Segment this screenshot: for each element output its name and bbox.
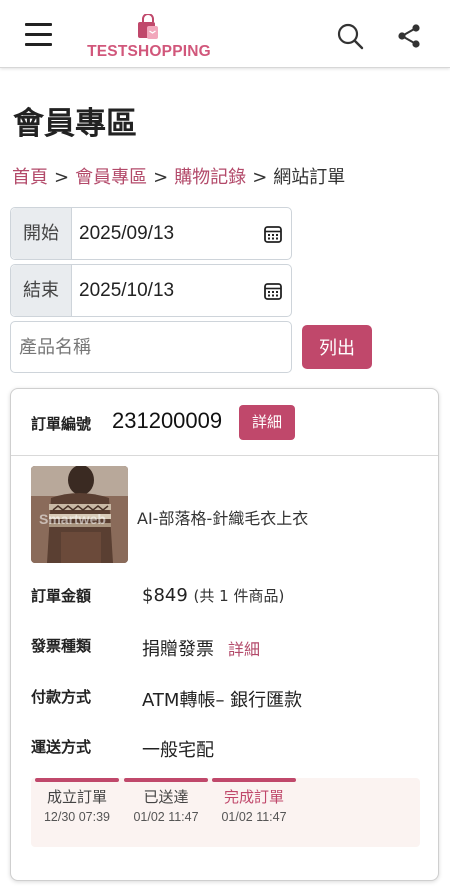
status-step-delivered: 已送達 01/02 11:47 — [124, 778, 208, 824]
status-name: 完成訂單 — [223, 788, 284, 806]
invoice-label: 發票種類 — [31, 637, 92, 655]
amount-value: $849 — [142, 585, 188, 606]
status-time: 01/02 11:47 — [221, 810, 287, 824]
start-date-value[interactable]: 2025/09/13 — [79, 208, 174, 259]
status-bar — [35, 778, 119, 782]
order-number-label: 訂單編號 — [31, 415, 92, 433]
share-icon[interactable] — [396, 23, 422, 49]
status-bar — [124, 778, 208, 782]
invoice-row: 捐贈發票 詳細 — [142, 635, 260, 661]
end-date-value[interactable]: 2025/10/13 — [79, 265, 174, 316]
start-date-label: 開始 — [11, 208, 72, 259]
product-name[interactable]: AI-部落格-針織毛衣上衣 — [137, 505, 308, 529]
invoice-value: 捐贈發票 — [142, 639, 214, 660]
menu-icon[interactable] — [22, 20, 56, 48]
end-date-field[interactable]: 結束 2025/10/13 — [10, 264, 292, 317]
invoice-detail-link[interactable]: 詳細 — [228, 640, 260, 659]
breadcrumb-separator: > — [153, 167, 169, 188]
order-header: 訂單編號 231200009 詳細 — [11, 389, 438, 456]
product-image-graphic: Smartweb — [31, 466, 128, 563]
order-detail-button[interactable]: 詳細 — [239, 405, 295, 440]
end-date-label: 結束 — [11, 265, 72, 316]
payment-label: 付款方式 — [31, 688, 92, 706]
breadcrumb-history[interactable]: 購物記錄 — [174, 167, 246, 188]
status-time: 01/02 11:47 — [133, 810, 199, 824]
breadcrumb-current: 網站訂單 — [273, 167, 346, 188]
calendar-icon[interactable] — [263, 224, 283, 244]
product-name-input[interactable] — [10, 321, 292, 373]
breadcrumb-member[interactable]: 會員專區 — [75, 167, 147, 188]
order-status-tracker: 成立訂單 12/30 07:39 已送達 01/02 11:47 完成訂單 01… — [31, 778, 420, 847]
breadcrumb: 首頁 > 會員專區 > 購物記錄 > 網站訂單 — [12, 163, 345, 189]
order-card: 訂單編號 231200009 詳細 Smartweb AI-部落格-針織毛衣上衣… — [10, 388, 439, 881]
order-number: 231200009 — [112, 408, 223, 433]
app-header: TESTSHOPPING — [0, 0, 450, 68]
svg-text:Smartweb: Smartweb — [39, 511, 106, 527]
breadcrumb-separator: > — [54, 167, 70, 188]
amount-note: (共 1 件商品) — [193, 587, 285, 605]
status-name: 成立訂單 — [46, 788, 107, 806]
payment-value: ATM轉帳– 銀行匯款 — [142, 690, 303, 711]
start-date-field[interactable]: 開始 2025/09/13 — [10, 207, 292, 260]
breadcrumb-home[interactable]: 首頁 — [12, 167, 48, 188]
breadcrumb-separator: > — [252, 167, 268, 188]
search-icon[interactable] — [336, 22, 364, 50]
calendar-icon[interactable] — [263, 281, 283, 301]
shopping-bag-icon — [138, 14, 158, 39]
amount-label: 訂單金額 — [31, 587, 92, 605]
status-step-created: 成立訂單 12/30 07:39 — [35, 778, 119, 824]
brand-logo[interactable]: TESTSHOPPING — [86, 14, 212, 62]
page-title: 會員專區 — [13, 106, 137, 142]
shipping-label: 運送方式 — [31, 738, 92, 756]
shipping-value: 一般宅配 — [142, 740, 214, 761]
status-bar — [212, 778, 296, 782]
status-name: 已送達 — [143, 788, 189, 806]
amount-row: $849 (共 1 件商品) — [142, 585, 284, 606]
brand-name: TESTSHOPPING — [87, 43, 211, 60]
status-step-completed: 完成訂單 01/02 11:47 — [212, 778, 296, 824]
status-time: 12/30 07:39 — [43, 810, 111, 824]
list-button[interactable]: 列出 — [302, 325, 372, 369]
product-thumbnail[interactable]: Smartweb — [31, 466, 128, 563]
